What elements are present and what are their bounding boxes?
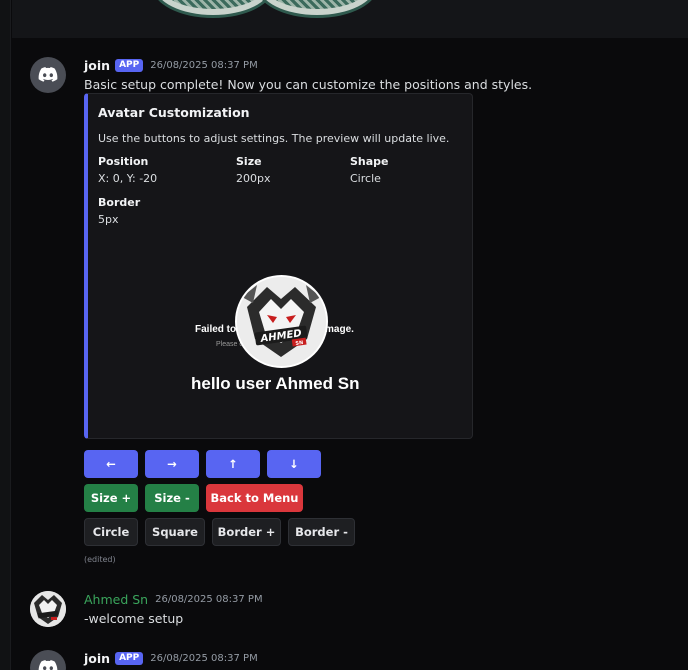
- message-user: Ahmed Sn 26/08/2025 08:37 PM -welcome se…: [30, 591, 680, 631]
- embed-card: Avatar Customization Use the buttons to …: [84, 93, 473, 439]
- size-minus-button[interactable]: Size -: [145, 484, 199, 512]
- field-size: Size 200px: [236, 155, 271, 185]
- bot-avatar[interactable]: [30, 650, 66, 670]
- field-border: Border 5px: [98, 196, 140, 226]
- timestamp[interactable]: 26/08/2025 08:37 PM: [155, 594, 262, 605]
- message-header: Ahmed Sn 26/08/2025 08:37 PM: [84, 591, 263, 607]
- field-name: Border: [98, 196, 141, 209]
- border-plus-button[interactable]: Border +: [212, 518, 281, 546]
- message-content: Basic setup complete! Now you can custom…: [84, 77, 533, 92]
- border-minus-button[interactable]: Border -: [288, 518, 355, 546]
- left-rail: [0, 0, 11, 670]
- author-name[interactable]: Ahmed Sn: [84, 592, 148, 607]
- move-up-button[interactable]: ↑: [206, 450, 260, 478]
- field-shape: Shape Circle: [350, 155, 389, 185]
- discord-logo-icon: [38, 67, 58, 82]
- wolf-logo-icon: AHMED SN: [237, 277, 326, 366]
- message-bot-setup: join APP 26/08/2025 08:37 PM Basic setup…: [30, 57, 680, 567]
- avatar-logo-subtext: SN: [295, 340, 304, 347]
- wolf-logo-icon: [30, 591, 66, 627]
- preview-avatar: AHMED SN: [235, 275, 328, 368]
- welcome-preview-image[interactable]: Failed to load background image. Please …: [158, 274, 403, 400]
- app-badge: APP: [115, 58, 144, 72]
- field-name: Position: [98, 155, 149, 168]
- bot-avatar[interactable]: [30, 57, 66, 93]
- greeting-text: hello user Ahmed Sn: [191, 374, 360, 393]
- field-name: Size: [236, 155, 262, 168]
- field-value: 200px: [236, 172, 271, 185]
- app-badge: APP: [115, 651, 144, 665]
- move-down-button[interactable]: ↓: [267, 450, 321, 478]
- shape-square-button[interactable]: Square: [145, 518, 205, 546]
- timestamp[interactable]: 26/08/2025 08:37 PM: [150, 60, 257, 71]
- banner-avatar-right: [256, 0, 378, 18]
- banner-avatar-left: [152, 0, 274, 18]
- message-content: -welcome setup: [84, 611, 184, 626]
- timestamp[interactable]: 26/08/2025 08:37 PM: [150, 653, 257, 664]
- shape-circle-button[interactable]: Circle: [84, 518, 138, 546]
- field-name: Shape: [350, 155, 389, 168]
- message-bot-next: join APP 26/08/2025 08:37 PM: [30, 650, 680, 670]
- embed-title: Avatar Customization: [98, 105, 250, 120]
- author-name[interactable]: join: [84, 58, 110, 73]
- author-name[interactable]: join: [84, 651, 110, 666]
- discord-logo-icon: [38, 660, 58, 670]
- message-header: join APP 26/08/2025 08:37 PM: [84, 57, 258, 73]
- move-right-button[interactable]: →: [145, 450, 199, 478]
- back-to-menu-button[interactable]: Back to Menu: [206, 484, 303, 512]
- field-value: Circle: [350, 172, 381, 185]
- move-left-button[interactable]: ←: [84, 450, 138, 478]
- field-value: 5px: [98, 213, 119, 226]
- field-position: Position X: 0, Y: -20: [98, 155, 157, 185]
- user-avatar[interactable]: [30, 591, 66, 627]
- message-header: join APP 26/08/2025 08:37 PM: [84, 650, 258, 666]
- previous-image-preview[interactable]: [12, 0, 688, 38]
- size-plus-button[interactable]: Size +: [84, 484, 138, 512]
- field-value: X: 0, Y: -20: [98, 172, 158, 185]
- embed-description: Use the buttons to adjust settings. The …: [98, 132, 450, 145]
- edited-label: (edited): [84, 555, 116, 564]
